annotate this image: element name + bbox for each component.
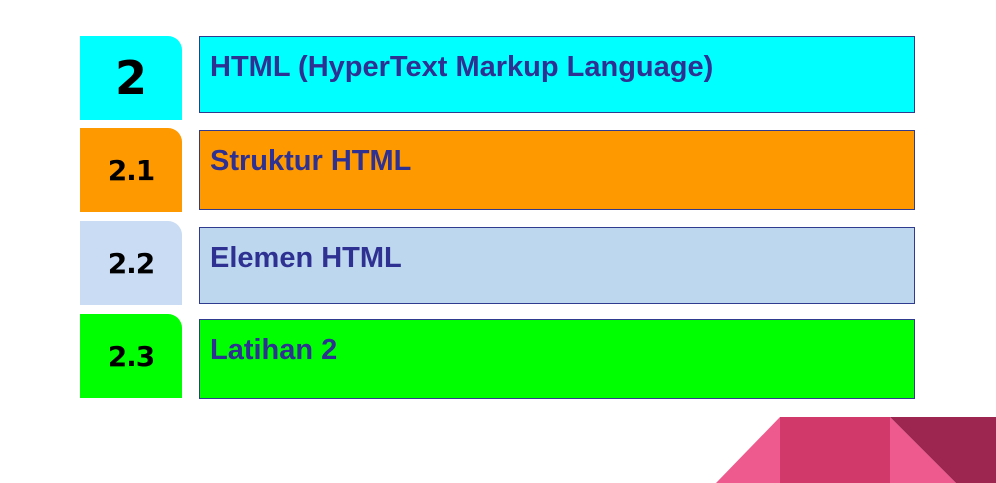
corner-decoration	[716, 417, 996, 483]
decor-square-middle	[780, 417, 890, 483]
decor-triangle-left	[716, 417, 780, 483]
